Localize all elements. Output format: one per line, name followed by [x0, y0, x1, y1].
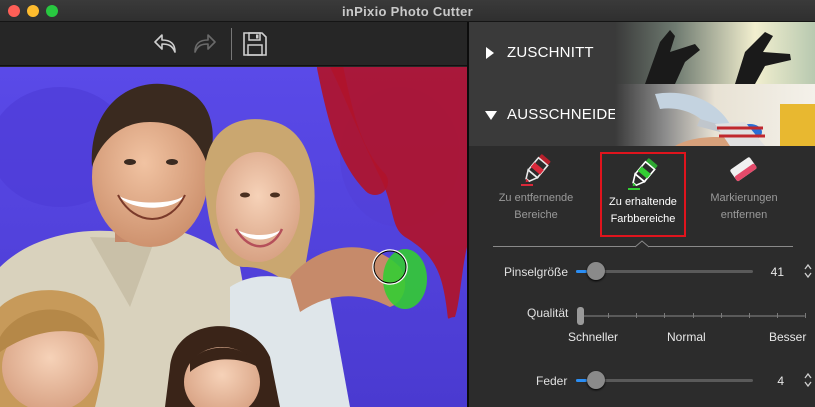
photo-canvas[interactable] — [0, 67, 467, 407]
section-zuschnitt-label: ZUSCHNITT — [507, 44, 594, 61]
redo-arrow-icon — [194, 34, 216, 53]
quality-ticks — [580, 313, 806, 318]
quality-tick — [636, 313, 638, 318]
marker-tools: Zu entfernende Bereiche Zu erhaltende Fa… — [469, 146, 815, 251]
quality-label-normal: Normal — [667, 330, 706, 344]
red-marker-icon — [521, 154, 551, 186]
quality-tick — [664, 313, 666, 318]
window-title: inPixio Photo Cutter — [342, 4, 473, 19]
brush-size-value: 41 — [770, 265, 784, 279]
brush-size-stepper-icon[interactable] — [804, 262, 812, 280]
tool-remove-areas-line1: Zu entfernende — [498, 192, 574, 204]
feather-knob[interactable] — [586, 371, 605, 389]
tool-erase-marks[interactable]: Markierungen entfernen — [701, 152, 787, 224]
quality-label: Qualität — [527, 306, 569, 320]
brush-size-fill — [576, 270, 587, 273]
tool-remove-areas[interactable]: Zu entfernende Bereiche — [493, 152, 579, 224]
quality-label-besser: Besser — [769, 330, 807, 344]
tool-keep-areas-line2: Farbbereiche — [610, 213, 676, 225]
save-button[interactable] — [240, 29, 270, 59]
edit-toolbar — [0, 22, 467, 66]
tool-remove-areas-line2: Bereiche — [514, 209, 558, 221]
quality-tick — [748, 313, 750, 318]
tool-erase-marks-line1: Markierungen — [710, 192, 778, 204]
section-ausschneiden-label: AUSSCHNEIDEN — [507, 106, 629, 123]
tool-erase-marks-line2: entfernen — [720, 209, 768, 221]
redo-button[interactable] — [188, 29, 218, 59]
section-ausschneiden[interactable]: AUSSCHNEIDEN — [469, 84, 815, 146]
tools-panel: ZUSCHNITT AUSSCHNEIDEN Zu entfernende Be… — [469, 22, 815, 407]
floppy-disk-icon — [243, 32, 267, 56]
brush-size-knob[interactable] — [586, 262, 605, 280]
brush-size-label: Pinselgröße — [504, 265, 569, 279]
toolbar-separator — [231, 28, 232, 60]
tool-keep-areas-line1: Zu erhaltende — [609, 196, 677, 208]
undo-button[interactable] — [152, 29, 182, 59]
eraser-icon — [730, 157, 757, 182]
title-bar: inPixio Photo Cutter — [0, 0, 815, 22]
expanded-triangle-icon — [485, 111, 497, 120]
collapsed-triangle-icon — [486, 47, 494, 59]
feather-fill — [576, 379, 587, 382]
crop-banner-image — [615, 22, 815, 84]
quality-tick — [776, 313, 778, 318]
active-tool-notch-icon — [635, 240, 649, 248]
quality-tick — [805, 313, 806, 318]
quality-tick — [692, 313, 694, 318]
quality-knob[interactable] — [577, 307, 584, 325]
scissors-banner-image — [615, 84, 815, 146]
section-zuschnitt[interactable]: ZUSCHNITT — [469, 22, 815, 84]
green-marker-icon — [628, 158, 658, 190]
family-photo-image — [0, 67, 467, 407]
quality-tick — [720, 313, 722, 318]
feather-stepper-icon[interactable] — [804, 371, 812, 389]
quality-tick — [608, 313, 610, 318]
feather-value: 4 — [777, 374, 784, 388]
tool-keep-areas[interactable]: Zu erhaltende Farbbereiche — [600, 152, 686, 237]
feather-label: Feder — [536, 374, 568, 388]
quality-label-schneller: Schneller — [568, 330, 619, 344]
canvas-pane — [0, 22, 467, 407]
undo-arrow-icon — [154, 34, 176, 53]
